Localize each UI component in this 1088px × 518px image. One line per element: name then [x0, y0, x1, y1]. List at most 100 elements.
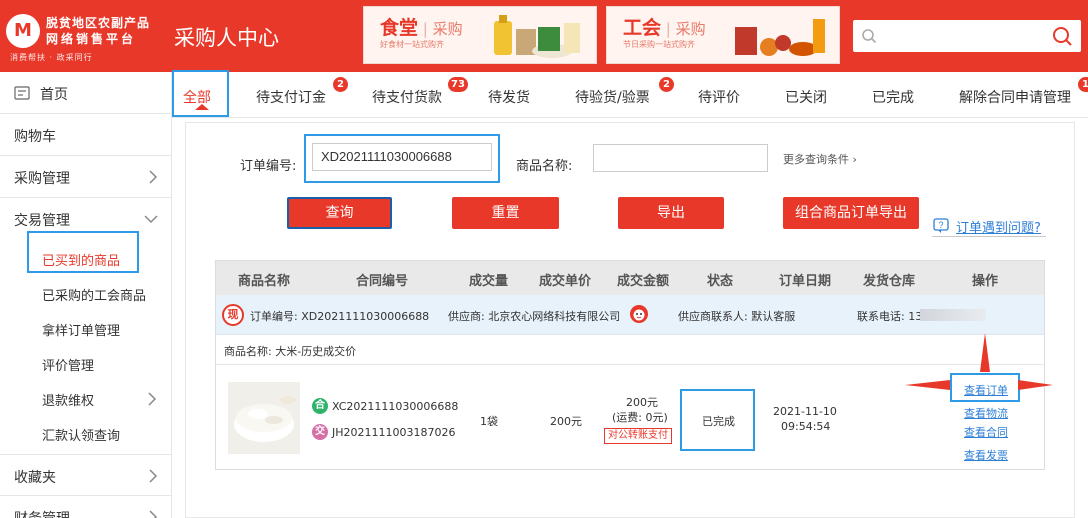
sidebar-item-finance[interactable]: 财务管理 — [0, 496, 172, 518]
sidebar-subitem-sample-orders[interactable]: 拿样订单管理 — [42, 320, 120, 339]
col-status: 状态 — [707, 274, 734, 289]
search-icon — [862, 29, 877, 44]
sidebar-item-label: 财务管理 — [14, 508, 70, 518]
sidebar-item-procurement[interactable]: 采购管理 — [0, 156, 172, 198]
banner-suffix: 采购 — [432, 20, 463, 38]
supplier-contact: 供应商联系人: 默认客服 — [678, 310, 796, 323]
orders-table: 商品名称 合同编号 成交量 成交单价 成交金额 状态 订单日期 发货仓库 操作 … — [215, 260, 1045, 470]
col-actions: 操作 — [972, 274, 999, 289]
banner-subtitle: 好食材一站式购齐 — [380, 40, 444, 49]
sidebar-subitem-remittance[interactable]: 汇款认领查询 — [42, 425, 120, 444]
tab-closed[interactable]: 已关闭 — [785, 87, 827, 107]
page-title: 采购人中心 — [174, 26, 279, 50]
more-conditions-link[interactable]: 更多查询条件 › — [783, 151, 857, 167]
tab-completed[interactable]: 已完成 — [872, 87, 914, 107]
sidebar-item-label: 首页 — [40, 87, 68, 103]
view-invoice-link[interactable]: 查看发票 — [964, 447, 1008, 463]
divider — [932, 236, 1046, 237]
tab-badge: 1 — [1078, 77, 1088, 92]
rice-bowl-image — [228, 382, 300, 454]
export-button[interactable]: 导出 — [618, 197, 724, 229]
combo-export-button[interactable]: 组合商品订单导出 — [783, 197, 919, 229]
col-unit-price: 成交单价 — [539, 274, 592, 289]
sidebar-item-cart[interactable]: 购物车 — [0, 114, 172, 156]
header-search — [853, 20, 1081, 52]
delivery-tag-icon: 交 — [312, 424, 328, 440]
query-button[interactable]: 查询 — [287, 197, 392, 229]
amount-value: 200元 — [626, 396, 658, 409]
sidebar-item-label: 采购管理 — [14, 171, 70, 187]
masked-phone — [920, 309, 986, 321]
highlight-purchased-item — [27, 231, 139, 273]
reset-button[interactable]: 重置 — [452, 197, 559, 229]
banner-title: 食堂 — [380, 17, 419, 39]
order-number: 订单编号: XD2021111030006688 — [250, 310, 430, 323]
sidebar-item-favorites[interactable]: 收藏夹 — [0, 454, 172, 496]
chevron-right-icon — [149, 170, 158, 184]
sidebar-subitem-refunds[interactable]: 退款维权 — [42, 390, 94, 409]
chevron-right-icon — [149, 510, 158, 518]
supplier-phone: 联系电话: 13 — [857, 310, 923, 323]
table-header: 商品名称 合同编号 成交量 成交单价 成交金额 状态 订单日期 发货仓库 操作 — [216, 261, 1044, 295]
view-contract-link[interactable]: 查看合同 — [964, 424, 1008, 440]
search-button-icon[interactable] — [1051, 25, 1073, 47]
spot-order-badge: 现 — [222, 304, 244, 326]
chevron-right-icon — [149, 469, 158, 483]
sidebar: 首页 购物车 采购管理 交易管理 已买到的商品 已采购的工会商品 拿样订单管理 … — [0, 72, 172, 518]
customer-service-icon[interactable] — [629, 304, 649, 324]
groceries-illustration — [494, 15, 580, 58]
highlight-tab-all — [172, 70, 229, 117]
logo-line-2: 网络销售平台 — [46, 32, 137, 46]
tab-pending-inspection[interactable]: 待验货/验票 — [575, 87, 650, 107]
col-product-name: 商品名称 — [238, 274, 291, 289]
sidebar-subitem-reviews[interactable]: 评价管理 — [42, 355, 94, 374]
tab-pending-deposit[interactable]: 待支付订金 — [256, 87, 326, 107]
product-name-input[interactable] — [593, 144, 768, 172]
product-image-rice[interactable] — [228, 382, 300, 454]
delivery-number: JH2021111003187026 — [332, 426, 456, 439]
sidebar-item-label: 交易管理 — [14, 213, 70, 229]
order-help-link[interactable]: 订单遇到问题? — [956, 217, 1041, 236]
order-no-label: 订单编号: — [240, 159, 297, 174]
logo-line-1: 脱贫地区农副产品 — [46, 16, 151, 30]
unit-price-value: 200元 — [550, 415, 582, 428]
highlight-view-order — [950, 373, 1020, 402]
union-banner[interactable]: 工会 | 采购 节日采购一站式购齐 — [606, 6, 840, 64]
order-header-row: 现 订单编号: XD2021111030006688 供应商: 北京农心网络科技… — [216, 295, 1044, 335]
view-logistics-link[interactable]: 查看物流 — [964, 405, 1008, 421]
tab-badge: 2 — [333, 77, 348, 92]
sidebar-item-home[interactable]: 首页 — [0, 72, 172, 114]
tab-pending-review[interactable]: 待评价 — [698, 87, 740, 107]
sidebar-item-label: 收藏夹 — [14, 470, 56, 486]
chevron-right-icon — [148, 392, 157, 406]
platform-logo[interactable]: M 脱贫地区农副产品 网络销售平台 消费帮扶 · 政采同行 — [6, 12, 156, 64]
quantity-value: 1袋 — [480, 415, 498, 428]
canteen-banner[interactable]: 食堂 | 采购 好食材一站式购齐 — [363, 6, 597, 64]
highlight-order-no — [304, 134, 500, 183]
order-time: 09:54:54 — [781, 420, 831, 433]
highlight-status — [680, 389, 755, 451]
top-header: M 脱贫地区农副产品 网络销售平台 消费帮扶 · 政采同行 采购人中心 食堂 |… — [0, 0, 1088, 72]
logo-mark: M — [6, 14, 40, 48]
order-status-tabs: 全部 待支付订金 2 待支付货款 73 待发货 待验货/验票 2 待评价 已关闭… — [172, 72, 1088, 118]
tab-pending-shipment[interactable]: 待发货 — [488, 87, 530, 107]
gifts-illustration — [735, 19, 825, 56]
home-icon — [14, 86, 30, 100]
sidebar-subitem-union-goods[interactable]: 已采购的工会商品 — [42, 285, 146, 304]
banner-subtitle: 节日采购一站式购齐 — [623, 40, 695, 49]
search-input[interactable] — [879, 20, 1045, 52]
supplier-name: 供应商: 北京农心网络科技有限公司 — [448, 310, 621, 323]
tab-badge: 2 — [659, 77, 674, 92]
product-name: 商品名称: 大米-历史成交价 — [224, 345, 357, 358]
chevron-down-icon — [144, 215, 158, 224]
logo-slogan: 消费帮扶 · 政采同行 — [10, 53, 93, 62]
sidebar-item-label: 购物车 — [14, 129, 56, 145]
payment-method-badge: 对公转账支付 — [604, 428, 672, 444]
col-quantity: 成交量 — [469, 274, 509, 289]
product-name-row: 商品名称: 大米-历史成交价 — [216, 335, 1044, 365]
col-warehouse: 发货仓库 — [863, 274, 916, 289]
tab-pending-payment[interactable]: 待支付货款 — [372, 87, 442, 107]
tab-contract-termination[interactable]: 解除合同申请管理 — [959, 87, 1071, 107]
banner-title: 工会 — [623, 17, 662, 39]
contract-tag-icon: 合 — [312, 398, 328, 414]
